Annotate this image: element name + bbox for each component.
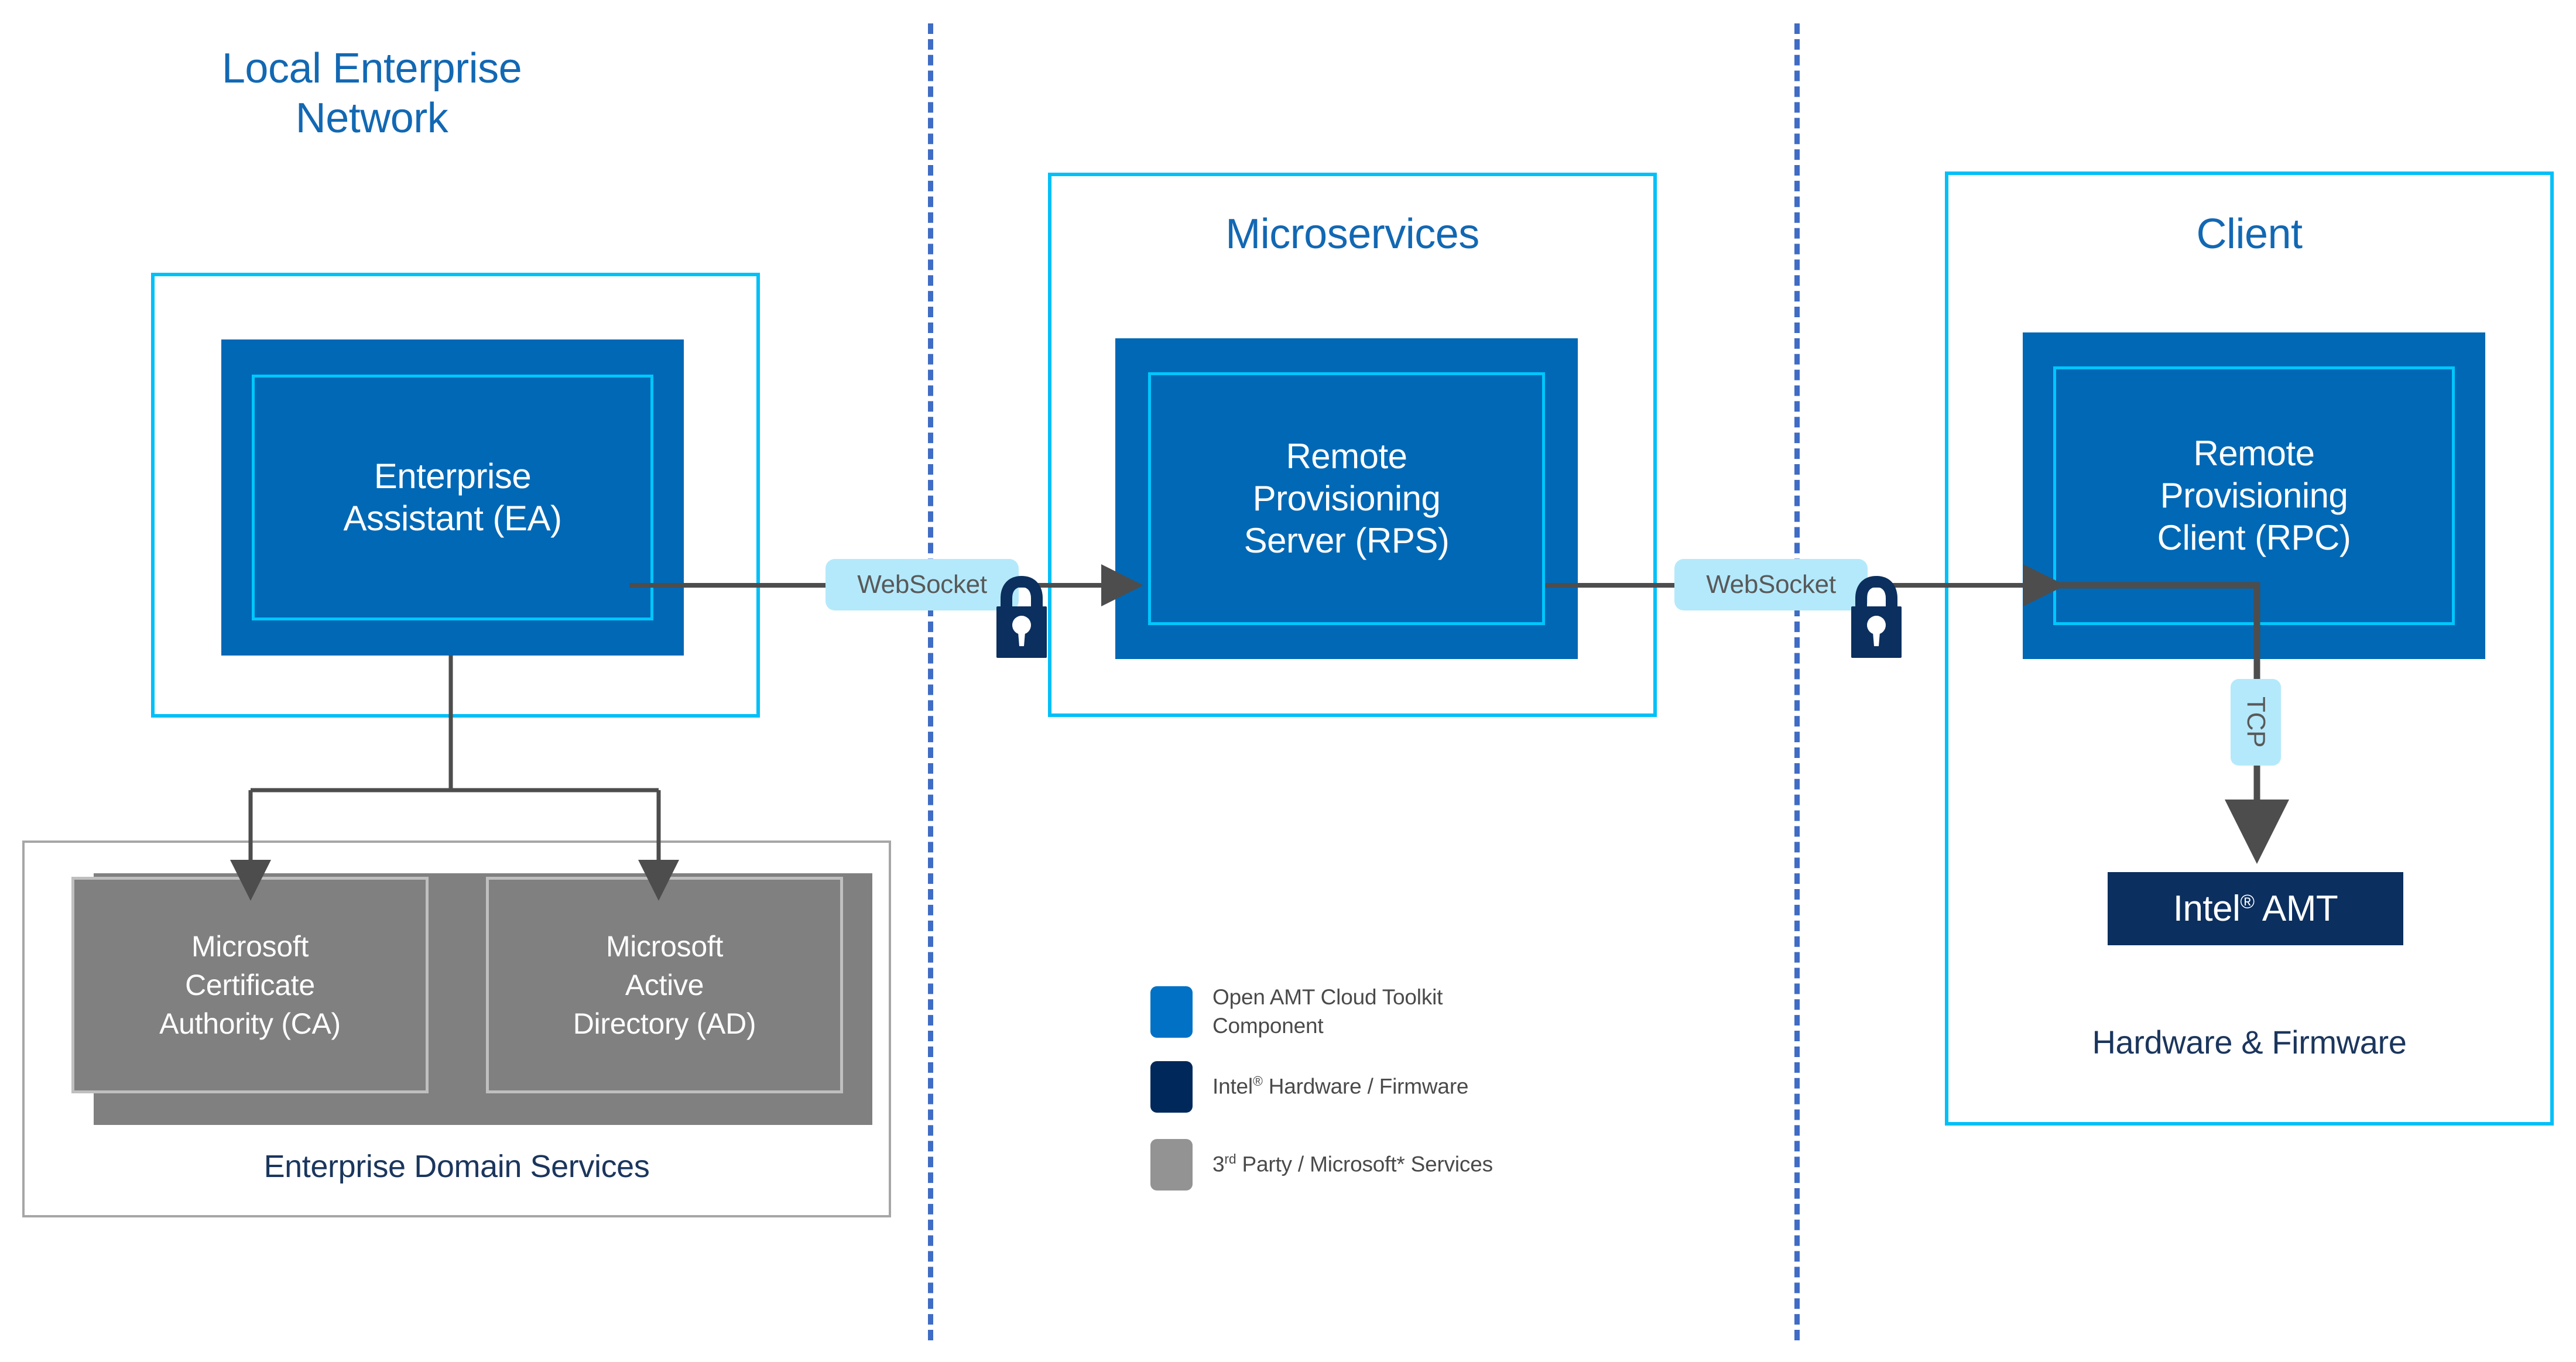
- component-enterprise-assistant[interactable]: Enterprise Assistant (EA): [221, 339, 684, 656]
- legend-swatch-third-party-microsoft-services: [1150, 1139, 1193, 1191]
- zone-title-local-enterprise-network: Local Enterprise Network: [221, 45, 522, 142]
- client-hardware-firmware-caption: Hardware & Firmware: [2092, 1024, 2407, 1061]
- service-label-microsoft-active-directory: Microsoft Active Directory (AD): [573, 930, 756, 1040]
- service-microsoft-active-directory[interactable]: Microsoft Active Directory (AD): [486, 877, 843, 1093]
- legend-text-pre-intel: Intel: [1212, 1074, 1253, 1099]
- intel-amt-text-pre: Intel: [2173, 888, 2241, 929]
- legend: Open AMT Cloud Toolkit Component Intel® …: [1150, 983, 1677, 1206]
- component-remote-provisioning-client[interactable]: Remote Provisioning Client (RPC): [2023, 332, 2485, 659]
- intel-amt-text-post: AMT: [2254, 888, 2338, 929]
- ordinal-suffix-icon: rd: [1224, 1151, 1236, 1167]
- architecture-diagram: Local Enterprise Network Enterprise Assi…: [0, 0, 2576, 1362]
- legend-label-open-amt-cloud-toolkit: Open AMT Cloud Toolkit Component: [1212, 985, 1443, 1038]
- registered-mark-icon: ®: [2240, 891, 2255, 913]
- legend-item-open-amt-cloud-toolkit: Open AMT Cloud Toolkit Component: [1150, 983, 1443, 1041]
- legend-text-post-third-party: Party / Microsoft* Services: [1236, 1152, 1493, 1176]
- component-label-intel-amt: Intel® AMT: [2173, 888, 2338, 929]
- service-microsoft-certificate-authority[interactable]: Microsoft Certificate Authority (CA): [71, 877, 429, 1093]
- legend-item-intel-hardware-firmware: Intel® Hardware / Firmware: [1150, 1061, 1469, 1113]
- component-label-enterprise-assistant: Enterprise Assistant (EA): [343, 457, 562, 538]
- component-label-remote-provisioning-client: Remote Provisioning Client (RPC): [2157, 434, 2351, 557]
- legend-text-pre-third-party: 3: [1212, 1152, 1225, 1176]
- zone-divider-left: [928, 23, 933, 1340]
- legend-text-post-intel: Hardware / Firmware: [1262, 1074, 1469, 1099]
- legend-item-third-party-microsoft-services: 3rd Party / Microsoft* Services: [1150, 1139, 1493, 1191]
- legend-swatch-intel-hardware-firmware: [1150, 1061, 1193, 1113]
- protocol-pill-websocket-rps-rpc: WebSocket: [1674, 559, 1868, 610]
- component-label-remote-provisioning-server: Remote Provisioning Server (RPS): [1244, 437, 1450, 560]
- service-label-microsoft-certificate-authority: Microsoft Certificate Authority (CA): [159, 930, 341, 1040]
- protocol-pill-tcp: TCP: [2231, 679, 2281, 766]
- legend-label-intel-hardware-firmware: Intel® Hardware / Firmware: [1212, 1072, 1469, 1101]
- legend-swatch-open-amt-cloud-toolkit: [1150, 986, 1193, 1038]
- legend-label-third-party-microsoft-services: 3rd Party / Microsoft* Services: [1212, 1150, 1493, 1179]
- component-intel-amt[interactable]: Intel® AMT: [2108, 872, 2403, 945]
- zone-divider-right: [1794, 23, 1800, 1340]
- protocol-pill-websocket-ea-rps: WebSocket: [825, 559, 1019, 610]
- group-caption-enterprise-domain-services: Enterprise Domain Services: [263, 1149, 650, 1184]
- registered-mark-icon-legend: ®: [1252, 1073, 1263, 1089]
- component-remote-provisioning-server[interactable]: Remote Provisioning Server (RPS): [1115, 338, 1578, 659]
